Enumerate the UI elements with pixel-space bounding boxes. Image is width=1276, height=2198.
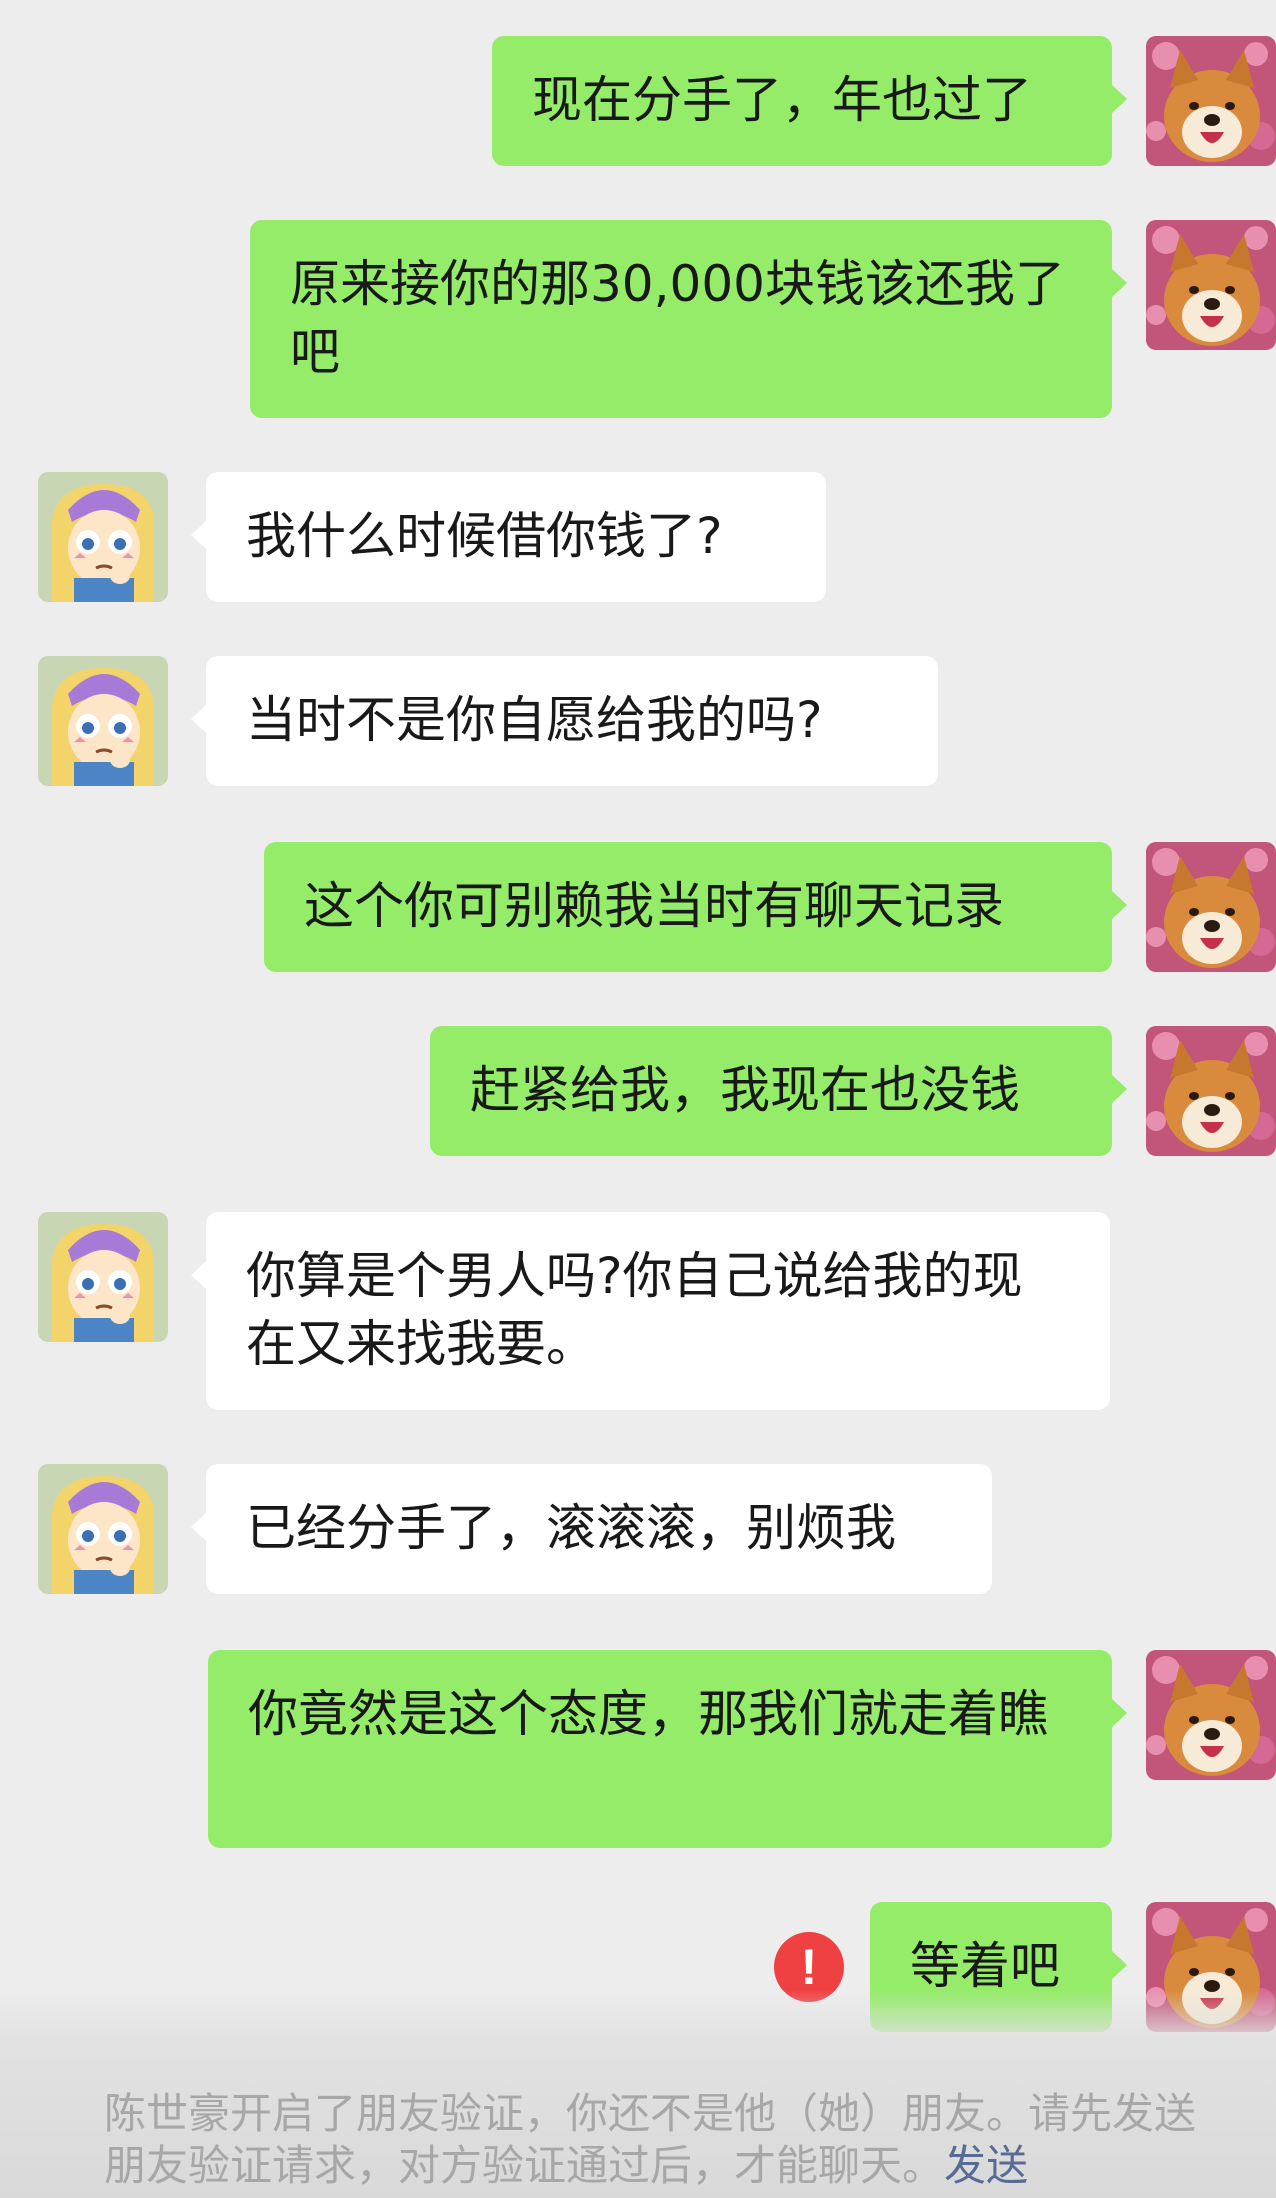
message-bubble-sent[interactable]: 现在分手了，年也过了: [492, 36, 1127, 166]
message-text: 现在分手了，年也过了: [532, 71, 1032, 129]
shiba-dog-icon: [1146, 36, 1276, 166]
chat-area[interactable]: 现在分手了，年也过了 原来接你的那30,000块钱该还我了吧 我什么时候借你钱了…: [0, 0, 1276, 2198]
shiba-dog-icon: [1146, 1026, 1276, 1156]
message-bubble-received[interactable]: 我什么时候借你钱了?: [191, 472, 826, 602]
message-row: 我什么时候借你钱了?: [0, 472, 1276, 602]
cartoon-girl-icon: [38, 472, 168, 602]
message-text: 当时不是你自愿给我的吗?: [246, 691, 823, 749]
shiba-dog-icon: [1146, 1650, 1276, 1780]
message-bubble-received[interactable]: 当时不是你自愿给我的吗?: [191, 656, 938, 786]
message-bubble-sent[interactable]: 这个你可别赖我当时有聊天记录: [264, 842, 1127, 972]
cartoon-girl-icon: [38, 656, 168, 786]
message-bubble-sent[interactable]: 你竟然是这个态度，那我们就走着瞧: [208, 1650, 1127, 1848]
message-row: 你算是个男人吗?你自己说给我的现在又来找我要。: [0, 1212, 1276, 1412]
message-text: 我什么时候借你钱了?: [246, 507, 723, 565]
message-row: 你竟然是这个态度，那我们就走着瞧: [0, 1650, 1276, 1850]
message-bubble-sent[interactable]: 赶紧给我，我现在也没钱: [430, 1026, 1127, 1156]
message-row: 这个你可别赖我当时有聊天记录: [0, 842, 1276, 972]
message-row: 已经分手了，滚滚滚，别烦我: [0, 1464, 1276, 1594]
message-row: 当时不是你自愿给我的吗?: [0, 656, 1276, 786]
message-text: 你算是个男人吗?你自己说给我的现在又来找我要。: [246, 1247, 1023, 1373]
message-text: 这个你可别赖我当时有聊天记录: [304, 877, 1004, 935]
cartoon-girl-icon: [38, 1464, 168, 1594]
message-text: 等着吧: [910, 1937, 1060, 1995]
peer-avatar[interactable]: [38, 1464, 168, 1594]
message-text: 赶紧给我，我现在也没钱: [470, 1061, 1020, 1119]
shiba-dog-icon: [1146, 842, 1276, 972]
message-text: 你竟然是这个态度，那我们就走着瞧: [248, 1685, 1048, 1743]
my-avatar[interactable]: [1146, 842, 1276, 972]
message-text: 已经分手了，滚滚滚，别烦我: [246, 1499, 896, 1557]
my-avatar[interactable]: [1146, 1650, 1276, 1780]
message-row: 赶紧给我，我现在也没钱: [0, 1026, 1276, 1156]
cartoon-girl-icon: [38, 1212, 168, 1342]
shiba-dog-icon: [1146, 220, 1276, 350]
my-avatar[interactable]: [1146, 220, 1276, 350]
message-row: 现在分手了，年也过了: [0, 36, 1276, 166]
peer-avatar[interactable]: [38, 472, 168, 602]
message-bubble-received[interactable]: 已经分手了，滚滚滚，别烦我: [191, 1464, 992, 1594]
message-text: 原来接你的那30,000块钱该还我了吧: [290, 255, 1065, 381]
peer-avatar[interactable]: [38, 656, 168, 786]
notice-text: 陈世豪开启了朋友验证，你还不是他（她）朋友。请先发送朋友验证请求，对方验证通过后…: [104, 2089, 1197, 2190]
message-bubble-sent[interactable]: 原来接你的那30,000块钱该还我了吧: [250, 220, 1127, 418]
my-avatar[interactable]: [1146, 1026, 1276, 1156]
message-bubble-received[interactable]: 你算是个男人吗?你自己说给我的现在又来找我要。: [191, 1212, 1110, 1410]
send-verification-link[interactable]: 发送: [944, 2141, 1028, 2190]
peer-avatar[interactable]: [38, 1212, 168, 1342]
my-avatar[interactable]: [1146, 36, 1276, 166]
message-row: 原来接你的那30,000块钱该还我了吧: [0, 220, 1276, 420]
friend-verification-notice: 陈世豪开启了朋友验证，你还不是他（她）朋友。请先发送朋友验证请求，对方验证通过后…: [104, 2088, 1224, 2192]
